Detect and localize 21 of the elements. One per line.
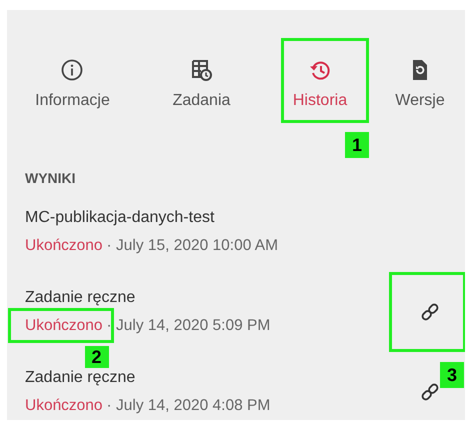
date-text: · July 14, 2020 5:09 PM bbox=[106, 317, 270, 334]
date-text: · July 14, 2020 4:08 PM bbox=[106, 397, 270, 414]
status-label: Ukończono bbox=[25, 317, 103, 334]
result-name: MC-publikacja-danych-test bbox=[25, 209, 216, 227]
callout-number: 3 bbox=[440, 362, 464, 388]
link-icon bbox=[419, 301, 441, 323]
info-icon bbox=[60, 58, 84, 82]
result-name: Zadanie ręczne bbox=[25, 369, 136, 387]
callout-number: 2 bbox=[84, 346, 109, 368]
tab[interactable]: Zadania bbox=[168, 38, 234, 118]
tab[interactable]: Wersje bbox=[391, 38, 449, 118]
result-name: Zadanie ręczne bbox=[25, 289, 136, 307]
section-heading: WYNIKI bbox=[25, 170, 77, 186]
callout-number: 1 bbox=[345, 132, 369, 158]
table-clock-icon bbox=[189, 58, 214, 82]
link-icon bbox=[419, 381, 441, 403]
tab[interactable]: Informacje bbox=[31, 38, 114, 118]
tab[interactable]: Historia bbox=[288, 38, 352, 118]
date-text: · July 15, 2020 10:00 AM bbox=[106, 237, 278, 254]
status-label: Ukończono bbox=[25, 397, 103, 414]
status-label: Ukończono bbox=[25, 237, 103, 254]
